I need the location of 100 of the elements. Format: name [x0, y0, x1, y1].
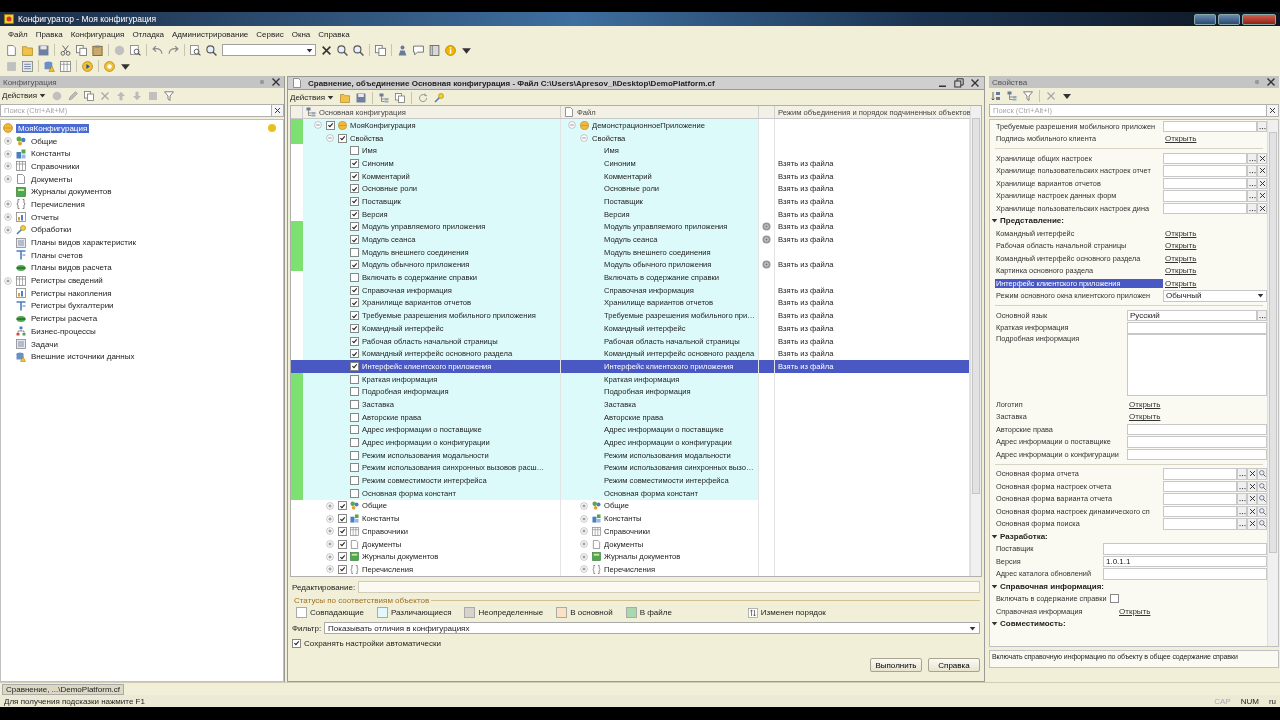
- filter-dropdown[interactable]: Показывать отличия в конфигурациях: [324, 622, 980, 634]
- info-icon[interactable]: [445, 44, 456, 56]
- caret-icon[interactable]: [991, 532, 998, 540]
- book-icon[interactable]: [429, 44, 440, 56]
- actions-menu[interactable]: Действия: [2, 91, 38, 100]
- filter-icon[interactable]: [1023, 90, 1033, 101]
- checkbox[interactable]: [338, 501, 347, 511]
- expand-icon[interactable]: [326, 501, 334, 510]
- checkbox[interactable]: [338, 552, 347, 562]
- search-icon[interactable]: [353, 44, 364, 56]
- input-field[interactable]: [1103, 568, 1267, 580]
- input-field[interactable]: [1127, 322, 1267, 334]
- checkbox[interactable]: [350, 374, 359, 384]
- database-icon[interactable]: [44, 60, 55, 72]
- checkbox[interactable]: [350, 171, 359, 181]
- input-field[interactable]: [1163, 190, 1247, 202]
- tree-item[interactable]: Бизнес-процессы: [29, 326, 98, 336]
- checkbox[interactable]: [350, 158, 359, 168]
- checkbox[interactable]: [1110, 594, 1120, 604]
- close-icon[interactable]: [1266, 77, 1276, 87]
- folder-icon[interactable]: [22, 44, 33, 56]
- page-icon[interactable]: [6, 44, 17, 56]
- input-field[interactable]: [1163, 493, 1237, 505]
- input-field[interactable]: [1163, 120, 1257, 132]
- checkbox[interactable]: [350, 488, 359, 498]
- expand-icon[interactable]: [580, 527, 588, 536]
- input-field[interactable]: [1127, 448, 1267, 460]
- tree-item[interactable]: Задачи: [29, 339, 60, 349]
- dialog-button[interactable]: Выполнить: [870, 658, 922, 672]
- checkbox[interactable]: [338, 539, 347, 549]
- tree-item[interactable]: Внешние источники данных: [29, 352, 137, 362]
- checkbox[interactable]: [338, 133, 347, 143]
- menu-item[interactable]: Файл: [4, 29, 32, 39]
- tree-item[interactable]: МояКонфигурация: [16, 123, 90, 133]
- clear-button[interactable]: [1257, 190, 1267, 202]
- tree-item[interactable]: Регистры накопления: [29, 288, 114, 298]
- expand-icon[interactable]: [4, 200, 12, 209]
- tree-item[interactable]: Планы видов характеристик: [29, 238, 138, 248]
- checkbox[interactable]: [350, 336, 359, 346]
- tree-item[interactable]: Справочники: [29, 161, 82, 171]
- close-icon[interactable]: [321, 44, 332, 56]
- checkbox[interactable]: [350, 387, 359, 397]
- checkbox[interactable]: [350, 450, 359, 460]
- input-field[interactable]: [1163, 468, 1237, 480]
- open-link[interactable]: Открыть: [1163, 266, 1197, 276]
- gear-icon[interactable]: [762, 222, 771, 232]
- checkbox[interactable]: [350, 349, 359, 359]
- checkbox[interactable]: [350, 323, 359, 333]
- speech-bubble-icon[interactable]: [413, 44, 424, 56]
- tree-item[interactable]: Журналы документов: [29, 187, 114, 197]
- tree-icon[interactable]: [379, 92, 390, 103]
- tree-item[interactable]: Константы: [29, 149, 73, 159]
- close-button[interactable]: [1242, 13, 1276, 25]
- open-link[interactable]: Открыть: [1163, 228, 1197, 238]
- input-field[interactable]: [1163, 505, 1237, 517]
- dialog-button[interactable]: Справка: [928, 658, 980, 672]
- checkbox[interactable]: [292, 638, 301, 648]
- play-icon[interactable]: [82, 60, 93, 72]
- input-field[interactable]: [1127, 423, 1267, 435]
- input-field[interactable]: [1163, 480, 1237, 492]
- expand-icon[interactable]: [4, 162, 12, 171]
- checkbox[interactable]: [350, 361, 359, 371]
- scrollbar[interactable]: [1267, 120, 1278, 646]
- input-field[interactable]: [1163, 152, 1247, 164]
- checkbox[interactable]: [350, 399, 359, 409]
- table-icon[interactable]: [60, 60, 71, 72]
- expand-icon[interactable]: [4, 149, 12, 158]
- delete-icon[interactable]: [1046, 90, 1056, 101]
- input-field[interactable]: Русский: [1127, 309, 1257, 321]
- gear-icon[interactable]: [762, 260, 771, 270]
- choose-button[interactable]: [1257, 120, 1267, 132]
- expand-icon[interactable]: [326, 565, 334, 574]
- undo-icon[interactable]: [152, 44, 163, 56]
- expand-icon[interactable]: [580, 540, 588, 549]
- scissors-icon[interactable]: [60, 44, 71, 56]
- expand-icon[interactable]: [580, 565, 588, 574]
- input-field[interactable]: [1163, 165, 1247, 177]
- checkbox[interactable]: [326, 120, 335, 130]
- find-icon[interactable]: [190, 44, 201, 56]
- expand-icon[interactable]: [4, 175, 12, 184]
- input-field[interactable]: [1163, 202, 1247, 214]
- checkbox[interactable]: [350, 476, 359, 486]
- caret-icon[interactable]: [991, 582, 998, 590]
- scrollbar[interactable]: [970, 106, 981, 576]
- menu-item[interactable]: Окна: [287, 29, 315, 39]
- clear-button[interactable]: [1247, 505, 1257, 517]
- copy-icon[interactable]: [76, 44, 87, 56]
- expand-icon[interactable]: [580, 514, 588, 523]
- copy-icon[interactable]: [84, 90, 95, 101]
- caret-icon[interactable]: [327, 94, 335, 101]
- expand-icon[interactable]: [326, 514, 334, 523]
- open-link[interactable]: Открыть: [1163, 278, 1197, 288]
- open-link[interactable]: Открыть: [1127, 412, 1161, 422]
- expand-icon[interactable]: [4, 225, 12, 234]
- open-link[interactable]: Открыть: [1163, 241, 1197, 251]
- tree-item[interactable]: Документы: [29, 174, 75, 184]
- maximize-button[interactable]: [1218, 13, 1240, 25]
- redo-icon[interactable]: [168, 44, 179, 56]
- window-tab[interactable]: Сравнение, ...\DemoPlatform.cf: [2, 683, 125, 695]
- checkbox[interactable]: [338, 526, 347, 536]
